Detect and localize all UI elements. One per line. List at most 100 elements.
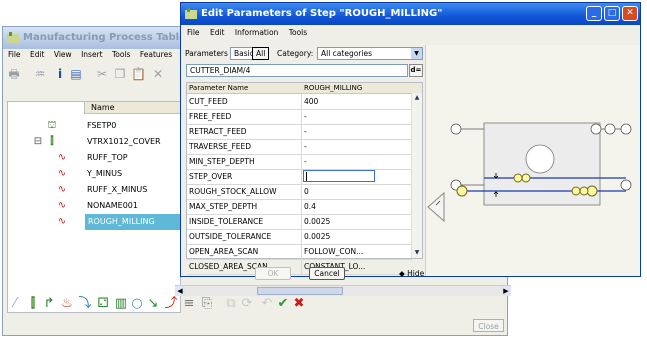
tree-item[interactable]: ∿ RUFF_X_MINUS	[8, 182, 180, 198]
up-arrow-icon[interactable]: ↱	[41, 296, 57, 312]
col-parameter-name[interactable]: Parameter Name	[189, 83, 248, 93]
formula-button[interactable]: d=	[409, 64, 423, 77]
horizontal-scrollbar[interactable]: ◀ ▶	[175, 285, 511, 296]
parameter-value[interactable]: 0	[304, 184, 309, 199]
category-select[interactable]: All categories ▼	[317, 47, 423, 60]
parameter-row[interactable]: MAX_STEP_DEPTH 0.4	[187, 199, 412, 215]
print-icon[interactable]: 🖶	[7, 67, 21, 81]
maximize-icon[interactable]: □	[604, 6, 620, 21]
menu-insert[interactable]: Insert	[81, 50, 103, 59]
check-icon[interactable]: ✔	[275, 296, 291, 312]
parameter-row[interactable]: OPEN_AREA_SCAN FOLLOW_CON...	[187, 244, 412, 260]
parameter-row[interactable]: MIN_STEP_DEPTH -	[187, 154, 412, 170]
close-icon[interactable]: ✕	[622, 6, 638, 21]
workpiece-icon[interactable]: ⫿	[25, 296, 41, 312]
parameter-name: MAX_STEP_DEPTH	[189, 202, 258, 211]
parameter-value[interactable]: -	[304, 154, 307, 169]
menu-tools[interactable]: Tools	[112, 50, 130, 59]
drill-icon[interactable]: ⤵	[77, 296, 93, 312]
parameter-value[interactable]: 400	[304, 94, 318, 109]
formula-input[interactable]: CUTTER_DIAM/4	[186, 64, 408, 77]
copy-step-icon[interactable]: ⎘	[199, 296, 215, 312]
parameter-value[interactable]: FOLLOW_CON...	[304, 244, 363, 259]
delete-x-icon[interactable]: ✖	[291, 296, 307, 312]
scroll-left-icon[interactable]: ◀	[175, 286, 185, 296]
mill-step-icon[interactable]: ♨	[59, 296, 75, 312]
menu-file[interactable]: File	[187, 28, 200, 37]
dialog-title-bar[interactable]: Edit Parameters of Step "ROUGH_MILLING" …	[181, 3, 640, 25]
refresh-icon[interactable]: ⟳	[239, 296, 255, 312]
scroll-down-icon[interactable]: ▼	[412, 248, 422, 258]
mpt-toolbar: 🖶 ♒ i ▤ ✂ ❐ 📋 ✕	[3, 63, 183, 85]
info-icon[interactable]: i	[53, 67, 67, 81]
menu-view[interactable]: View	[54, 50, 72, 59]
tree-item[interactable]: ∿ Y_MINUS	[8, 166, 180, 182]
step-icon: ∿	[57, 200, 67, 211]
parameter-row[interactable]: INSIDE_TOLERANCE 0.0025	[187, 214, 412, 230]
find-icon[interactable]: ♒	[33, 67, 47, 81]
copy-icon[interactable]: ❐	[113, 67, 127, 81]
menu-edit[interactable]: Edit	[210, 28, 225, 37]
cancel-button[interactable]: Cancel	[309, 267, 345, 280]
delete-icon[interactable]: ✕	[151, 67, 165, 81]
parameter-row[interactable]: ROUGH_STOCK_ALLOW 0	[187, 184, 412, 200]
tab-all[interactable]: All	[252, 47, 270, 60]
parameter-row[interactable]: CUT_FEED 400	[187, 94, 412, 110]
parameter-value-input[interactable]	[303, 170, 375, 182]
step-icon: ∿	[57, 168, 67, 179]
parameter-value[interactable]: -	[304, 139, 307, 154]
expand-icon[interactable]: ⊟	[32, 136, 44, 148]
cut-icon[interactable]: ✂	[95, 67, 109, 81]
tree-item[interactable]: ⛫ FSETP0	[8, 118, 180, 134]
scroll-up-icon[interactable]: ▲	[412, 93, 422, 103]
tree-item[interactable]: ⊟ ⫿ VTRX1012_COVER	[8, 134, 180, 150]
parameter-row[interactable]: TRAVERSE_FEED -	[187, 139, 412, 155]
pencil-icon[interactable]: ⁄	[7, 296, 23, 312]
ok-button[interactable]: OK	[255, 267, 291, 280]
parameter-row[interactable]: STEP_OVER	[187, 169, 412, 185]
menu-tools[interactable]: Tools	[289, 28, 307, 37]
scroll-right-icon[interactable]: ▶	[501, 286, 511, 296]
parameter-value[interactable]: 0.0025	[304, 229, 330, 244]
col-step-value[interactable]: ROUGH_MILLING	[304, 83, 362, 93]
tree-item[interactable]: ∿ NONAME001	[8, 198, 180, 214]
menu-features[interactable]: Features	[140, 50, 172, 59]
parameter-table-header: Parameter Name ROUGH_MILLING	[187, 83, 422, 94]
close-button[interactable]: Close	[473, 319, 504, 332]
parameter-value[interactable]: 0.0025	[304, 214, 330, 229]
mpt-bottom-area: ⁄ ⫿ ↱ ♨ ⤵ ⚁ ▥ ○ ↘ ⤴ ≡ ⎘ ⧉ ⟳ ↶ ✔ ✖ Close	[3, 296, 507, 334]
undo-icon[interactable]: ↶	[259, 296, 275, 312]
step-icon: ∿	[57, 152, 67, 163]
parameter-value[interactable]: -	[304, 109, 307, 124]
path-icon[interactable]: ↘	[145, 296, 161, 312]
scroll-thumb[interactable]	[257, 287, 343, 295]
properties-icon[interactable]: ▤	[69, 67, 83, 81]
parameter-row[interactable]: RETRACT_FEED -	[187, 124, 412, 140]
chevron-down-icon[interactable]: ▼	[411, 48, 422, 59]
parameter-name: ROUGH_STOCK_ALLOW	[189, 187, 277, 196]
parameter-row[interactable]: CLOSED_AREA_SCANCONSTANT_LO...	[187, 259, 412, 275]
layer-icon[interactable]: ▥	[113, 296, 129, 312]
parameter-row[interactable]: FREE_FEED -	[187, 109, 412, 125]
turn-icon[interactable]: ⚁	[95, 296, 111, 312]
parameter-value[interactable]: 0.4	[304, 199, 316, 214]
paste-icon[interactable]: 📋	[131, 67, 146, 81]
parameter-value[interactable]: -	[304, 124, 307, 139]
vertical-scrollbar[interactable]: ▲ ▼	[411, 93, 422, 258]
column-divider	[301, 154, 302, 169]
menu-information[interactable]: Information	[235, 28, 278, 37]
depth-arrow-icon[interactable]	[427, 191, 445, 223]
menu-file[interactable]: File	[8, 50, 21, 59]
tree-item[interactable]: ∿ RUFF_TOP	[8, 150, 180, 166]
minimize-icon[interactable]: _	[586, 6, 602, 21]
tree-column-header[interactable]: Name	[84, 102, 181, 114]
list-icon[interactable]: ≡	[181, 296, 197, 312]
arrow-left-icon: ◆	[399, 269, 405, 278]
fixture-icon[interactable]: ⧉	[223, 296, 239, 312]
parameter-row[interactable]: OUTSIDE_TOLERANCE 0.0025	[187, 229, 412, 245]
tree-item-selected[interactable]: ∿ ROUGH_MILLING	[8, 214, 183, 230]
menu-edit[interactable]: Edit	[30, 50, 45, 59]
route-icon[interactable]: ⤴	[163, 296, 179, 312]
circle-icon[interactable]: ○	[129, 296, 145, 312]
step-icon: ∿	[57, 184, 67, 195]
